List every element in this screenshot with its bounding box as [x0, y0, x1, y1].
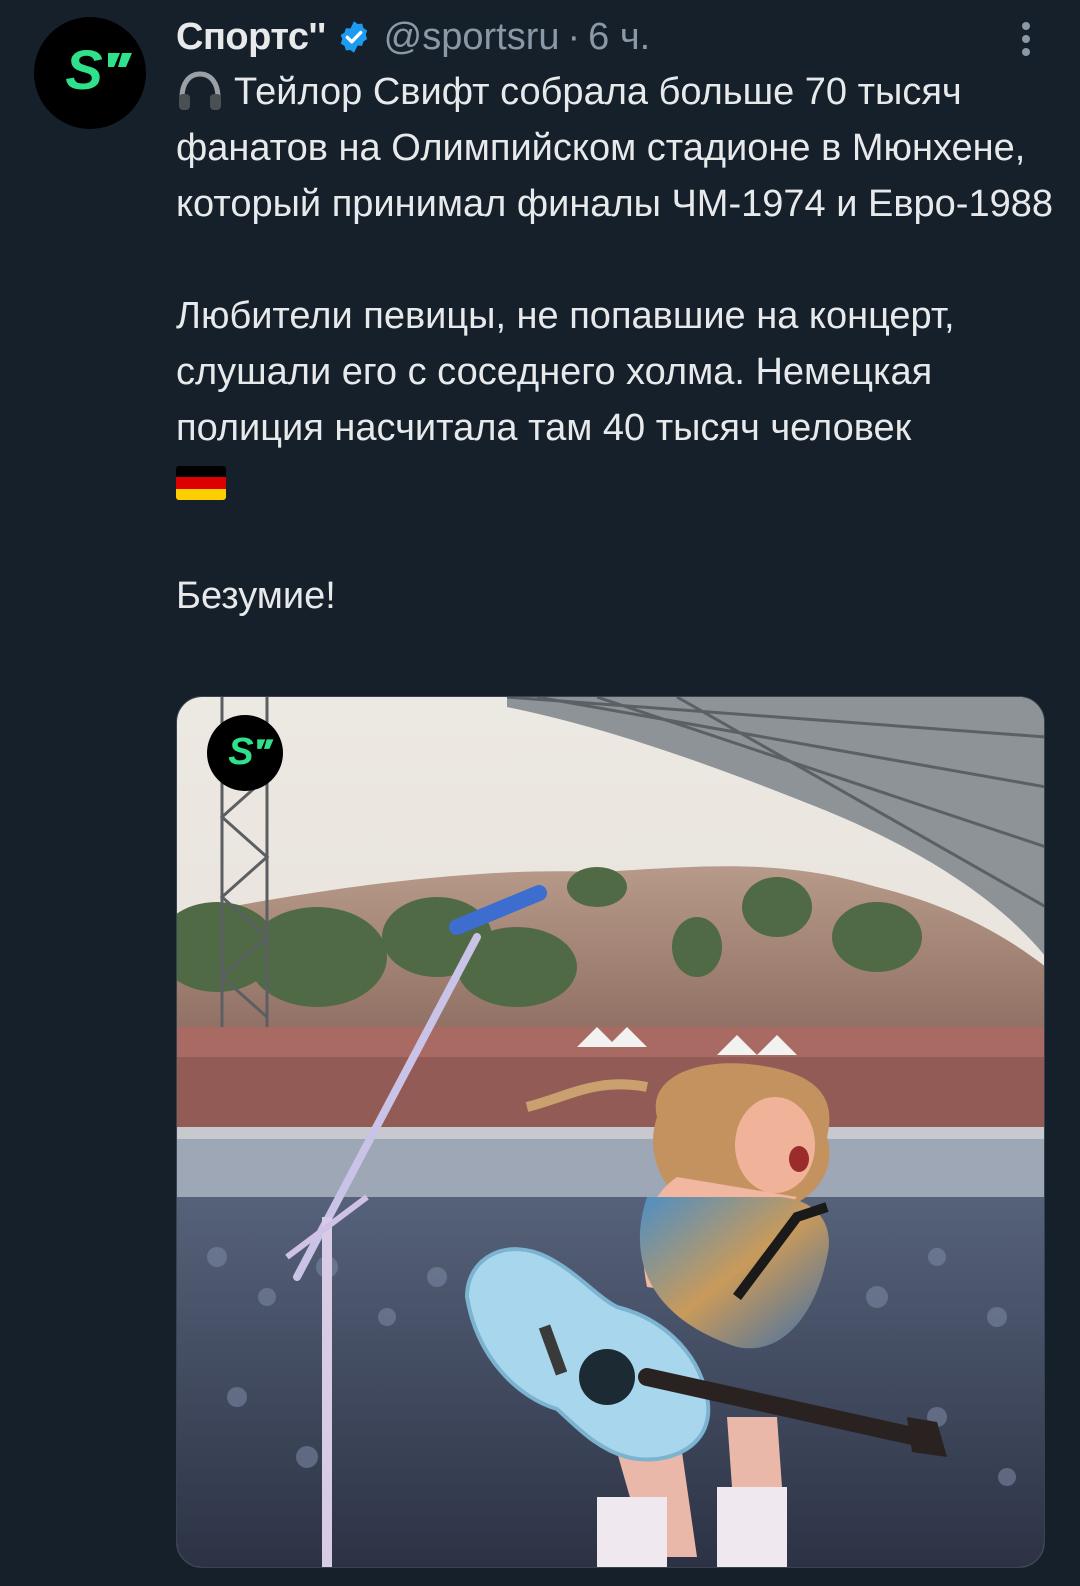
tweet-paragraph-1: Тейлор Свифт собрала больше 70 тысяч фан…: [176, 64, 1056, 232]
svg-text:S: S: [228, 731, 253, 773]
paragraph-1-text: Тейлор Свифт собрала больше 70 тысяч фан…: [176, 71, 1053, 225]
verified-badge-icon: [340, 21, 367, 53]
sports-logo-icon: S: [228, 731, 274, 773]
author-avatar[interactable]: S: [34, 17, 146, 129]
tweet-paragraph-2: Любители певицы, не попавшие на концерт,…: [176, 288, 1056, 512]
tweet-photo[interactable]: S: [176, 696, 1045, 1568]
germany-flag-icon: [176, 466, 226, 500]
concert-photo: [177, 697, 1044, 1567]
tweet-timestamp[interactable]: 6 ч.: [588, 16, 650, 59]
headphones-icon: [179, 71, 221, 110]
tweet-paragraph-3: Безумие!: [176, 575, 336, 617]
header-separator: ·: [567, 15, 581, 58]
svg-text:S: S: [65, 38, 102, 101]
more-options-icon[interactable]: [1020, 22, 1032, 58]
tweet-text: Тейлор Свифт собрала больше 70 тысяч фан…: [176, 64, 1056, 624]
tweet-header: Спортс'' @sportsru · 6 ч.: [176, 12, 650, 62]
sports-logo-icon: S: [65, 38, 132, 101]
tweet[interactable]: S Спортс'' @sportsru · 6 ч. Тейлор Свифт…: [0, 0, 1080, 1586]
author-display-name[interactable]: Спортс'': [176, 16, 326, 59]
author-handle[interactable]: @sportsru: [384, 16, 560, 59]
paragraph-2-text: Любители певицы, не попавшие на концерт,…: [176, 295, 955, 449]
photo-watermark: S: [207, 715, 283, 791]
